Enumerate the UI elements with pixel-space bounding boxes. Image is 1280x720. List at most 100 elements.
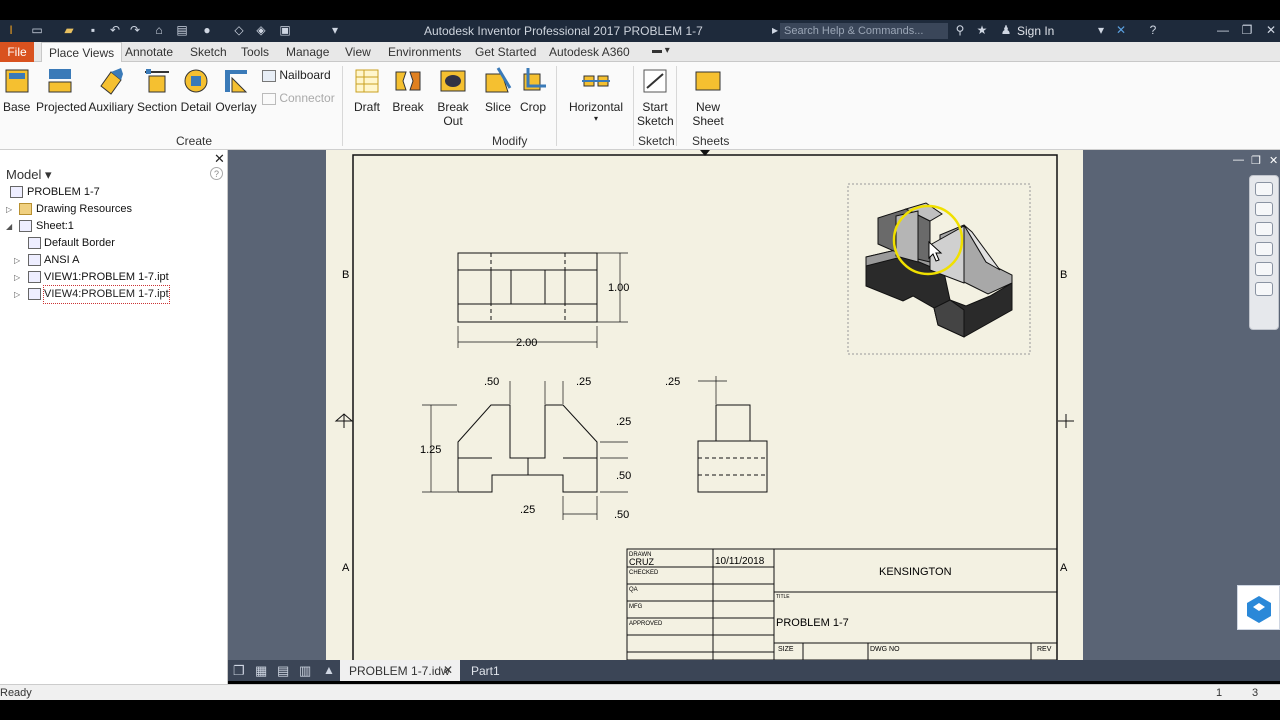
- front-view[interactable]: [422, 381, 628, 520]
- tab-place-views[interactable]: Place Views: [41, 42, 123, 63]
- nailboard-button[interactable]: Nailboard: [262, 68, 331, 82]
- sign-in-button[interactable]: Sign In: [1017, 24, 1054, 38]
- cascade-icon[interactable]: ❐: [233, 663, 245, 679]
- collapse-icon[interactable]: ◢: [6, 218, 12, 235]
- detail-view-button[interactable]: Detail: [179, 66, 213, 114]
- print-icon[interactable]: ▤: [175, 24, 189, 37]
- tab-tools[interactable]: Tools: [241, 45, 269, 59]
- dim-front-bottom-right[interactable]: .50: [614, 509, 629, 521]
- zoom-icon[interactable]: [1255, 222, 1273, 236]
- tb-drawn-by[interactable]: CRUZ: [629, 557, 654, 567]
- iso-view[interactable]: [865, 202, 1013, 338]
- close-icon[interactable]: ✕: [443, 663, 453, 677]
- browser-header[interactable]: Model ▾: [6, 167, 52, 183]
- new-icon[interactable]: ▭: [30, 24, 44, 37]
- connector-button[interactable]: Connector: [262, 91, 335, 105]
- redo-icon[interactable]: ↷: [128, 24, 142, 37]
- tree-item-view4[interactable]: ▷ VIEW4:PROBLEM 1-7.ipt: [0, 285, 228, 304]
- save-icon[interactable]: ▪: [86, 24, 100, 37]
- home-icon[interactable]: ⌂: [152, 24, 166, 37]
- tree-item-drawing-resources[interactable]: ▷ Drawing Resources: [0, 201, 228, 218]
- tile-vertical-icon[interactable]: ▥: [299, 663, 311, 679]
- break-button[interactable]: Break: [392, 66, 424, 114]
- file-menu-button[interactable]: File: [0, 42, 34, 62]
- customize-qat-icon[interactable]: ▾: [328, 24, 342, 37]
- tb-company[interactable]: KENSINGTON: [879, 566, 952, 578]
- expand-icon[interactable]: ▷: [14, 252, 20, 269]
- auxiliary-view-button[interactable]: Auxiliary: [88, 66, 134, 114]
- undo-icon[interactable]: ↶: [108, 24, 122, 37]
- break-out-button[interactable]: Break Out: [427, 66, 479, 128]
- tile-icon[interactable]: ▦: [255, 663, 267, 679]
- help-icon[interactable]: ?: [1146, 24, 1160, 37]
- dim-side-top[interactable]: .25: [665, 376, 680, 388]
- restore-icon[interactable]: ❐: [1251, 154, 1261, 167]
- open-folder-icon[interactable]: ▰: [62, 24, 76, 37]
- horizontal-align-button[interactable]: Horizontal ▾: [566, 66, 626, 123]
- tb-title[interactable]: PROBLEM 1-7: [776, 617, 849, 629]
- share-view-button[interactable]: [1237, 585, 1280, 630]
- minimize-icon[interactable]: —: [1216, 24, 1230, 37]
- exchange-apps-icon[interactable]: ✕: [1114, 24, 1128, 37]
- crop-button[interactable]: Crop: [518, 66, 548, 114]
- expand-icon[interactable]: ▷: [14, 286, 20, 303]
- restore-icon[interactable]: ❐: [1240, 24, 1254, 37]
- draft-view-button[interactable]: Draft: [351, 66, 383, 114]
- base-view-button[interactable]: Base: [3, 66, 30, 114]
- tab-view[interactable]: View: [345, 45, 371, 59]
- appearance-icon[interactable]: ▣: [278, 24, 292, 37]
- section-view-button[interactable]: Section: [137, 66, 177, 114]
- tree-item-view1[interactable]: ▷ VIEW1:PROBLEM 1-7.ipt: [0, 269, 228, 286]
- measure-icon[interactable]: ◇: [232, 24, 246, 37]
- star-icon[interactable]: ★: [975, 24, 989, 37]
- dim-front-left-w[interactable]: .50: [484, 376, 499, 388]
- title-block[interactable]: [626, 548, 1058, 660]
- material-icon[interactable]: ●: [200, 24, 214, 37]
- update-icon[interactable]: ◈: [254, 24, 268, 37]
- video-icon[interactable]: ▬ ▾: [652, 45, 670, 56]
- expand-icon[interactable]: ▷: [14, 269, 20, 286]
- close-icon[interactable]: ✕: [1269, 154, 1278, 167]
- orbit-icon[interactable]: [1255, 262, 1273, 276]
- dim-front-gap[interactable]: .25: [576, 376, 591, 388]
- inventor-logo-icon[interactable]: I: [4, 24, 18, 37]
- start-sketch-button[interactable]: Start Sketch: [637, 66, 674, 128]
- tab-autodesk-a360[interactable]: Autodesk A360: [549, 45, 630, 59]
- doc-tab-part1[interactable]: Part1: [471, 664, 500, 678]
- close-icon[interactable]: ✕: [1264, 24, 1278, 37]
- dim-front-bottom[interactable]: .25: [520, 504, 535, 516]
- new-sheet-button[interactable]: New Sheet: [679, 66, 737, 128]
- look-at-icon[interactable]: [1255, 282, 1273, 296]
- tree-item-default-border[interactable]: Default Border: [0, 235, 228, 252]
- close-icon[interactable]: ✕: [214, 151, 225, 167]
- chevron-down-icon[interactable]: ▾: [1094, 24, 1108, 37]
- zoom-window-icon[interactable]: [1255, 242, 1273, 256]
- expand-icon[interactable]: ▷: [6, 201, 12, 218]
- tab-environments[interactable]: Environments: [388, 45, 461, 59]
- search-input[interactable]: Search Help & Commands...: [780, 23, 948, 39]
- dim-top-height[interactable]: 1.00: [608, 282, 629, 294]
- tab-sketch[interactable]: Sketch: [190, 45, 227, 59]
- pan-icon[interactable]: [1255, 202, 1273, 216]
- top-view[interactable]: [457, 252, 628, 348]
- arrange-up-icon[interactable]: ▲: [323, 663, 335, 677]
- dim-front-right-mid[interactable]: .50: [616, 470, 631, 482]
- tab-get-started[interactable]: Get Started: [475, 45, 536, 59]
- tab-manage[interactable]: Manage: [286, 45, 329, 59]
- projected-view-button[interactable]: Projected: [36, 66, 87, 114]
- dim-front-height[interactable]: 1.25: [420, 444, 441, 456]
- overlay-view-button[interactable]: Overlay: [215, 66, 257, 114]
- doc-tab-active[interactable]: PROBLEM 1-7.idw ✕: [340, 660, 460, 681]
- help-icon[interactable]: ?: [210, 167, 223, 180]
- dim-front-right-top[interactable]: .25: [616, 416, 631, 428]
- user-icon[interactable]: ♟: [999, 24, 1013, 37]
- tree-item-ansi-a[interactable]: ▷ ANSI A: [0, 252, 228, 269]
- binoculars-icon[interactable]: ⚲: [953, 24, 967, 37]
- slice-button[interactable]: Slice: [483, 66, 513, 114]
- dim-top-width[interactable]: 2.00: [516, 337, 537, 349]
- tree-item-sheet[interactable]: ◢ Sheet:1: [0, 218, 228, 235]
- tab-annotate[interactable]: Annotate: [125, 45, 173, 59]
- minimize-icon[interactable]: —: [1233, 154, 1244, 166]
- side-view[interactable]: [697, 376, 768, 493]
- full-navigation-wheel-icon[interactable]: [1255, 182, 1273, 196]
